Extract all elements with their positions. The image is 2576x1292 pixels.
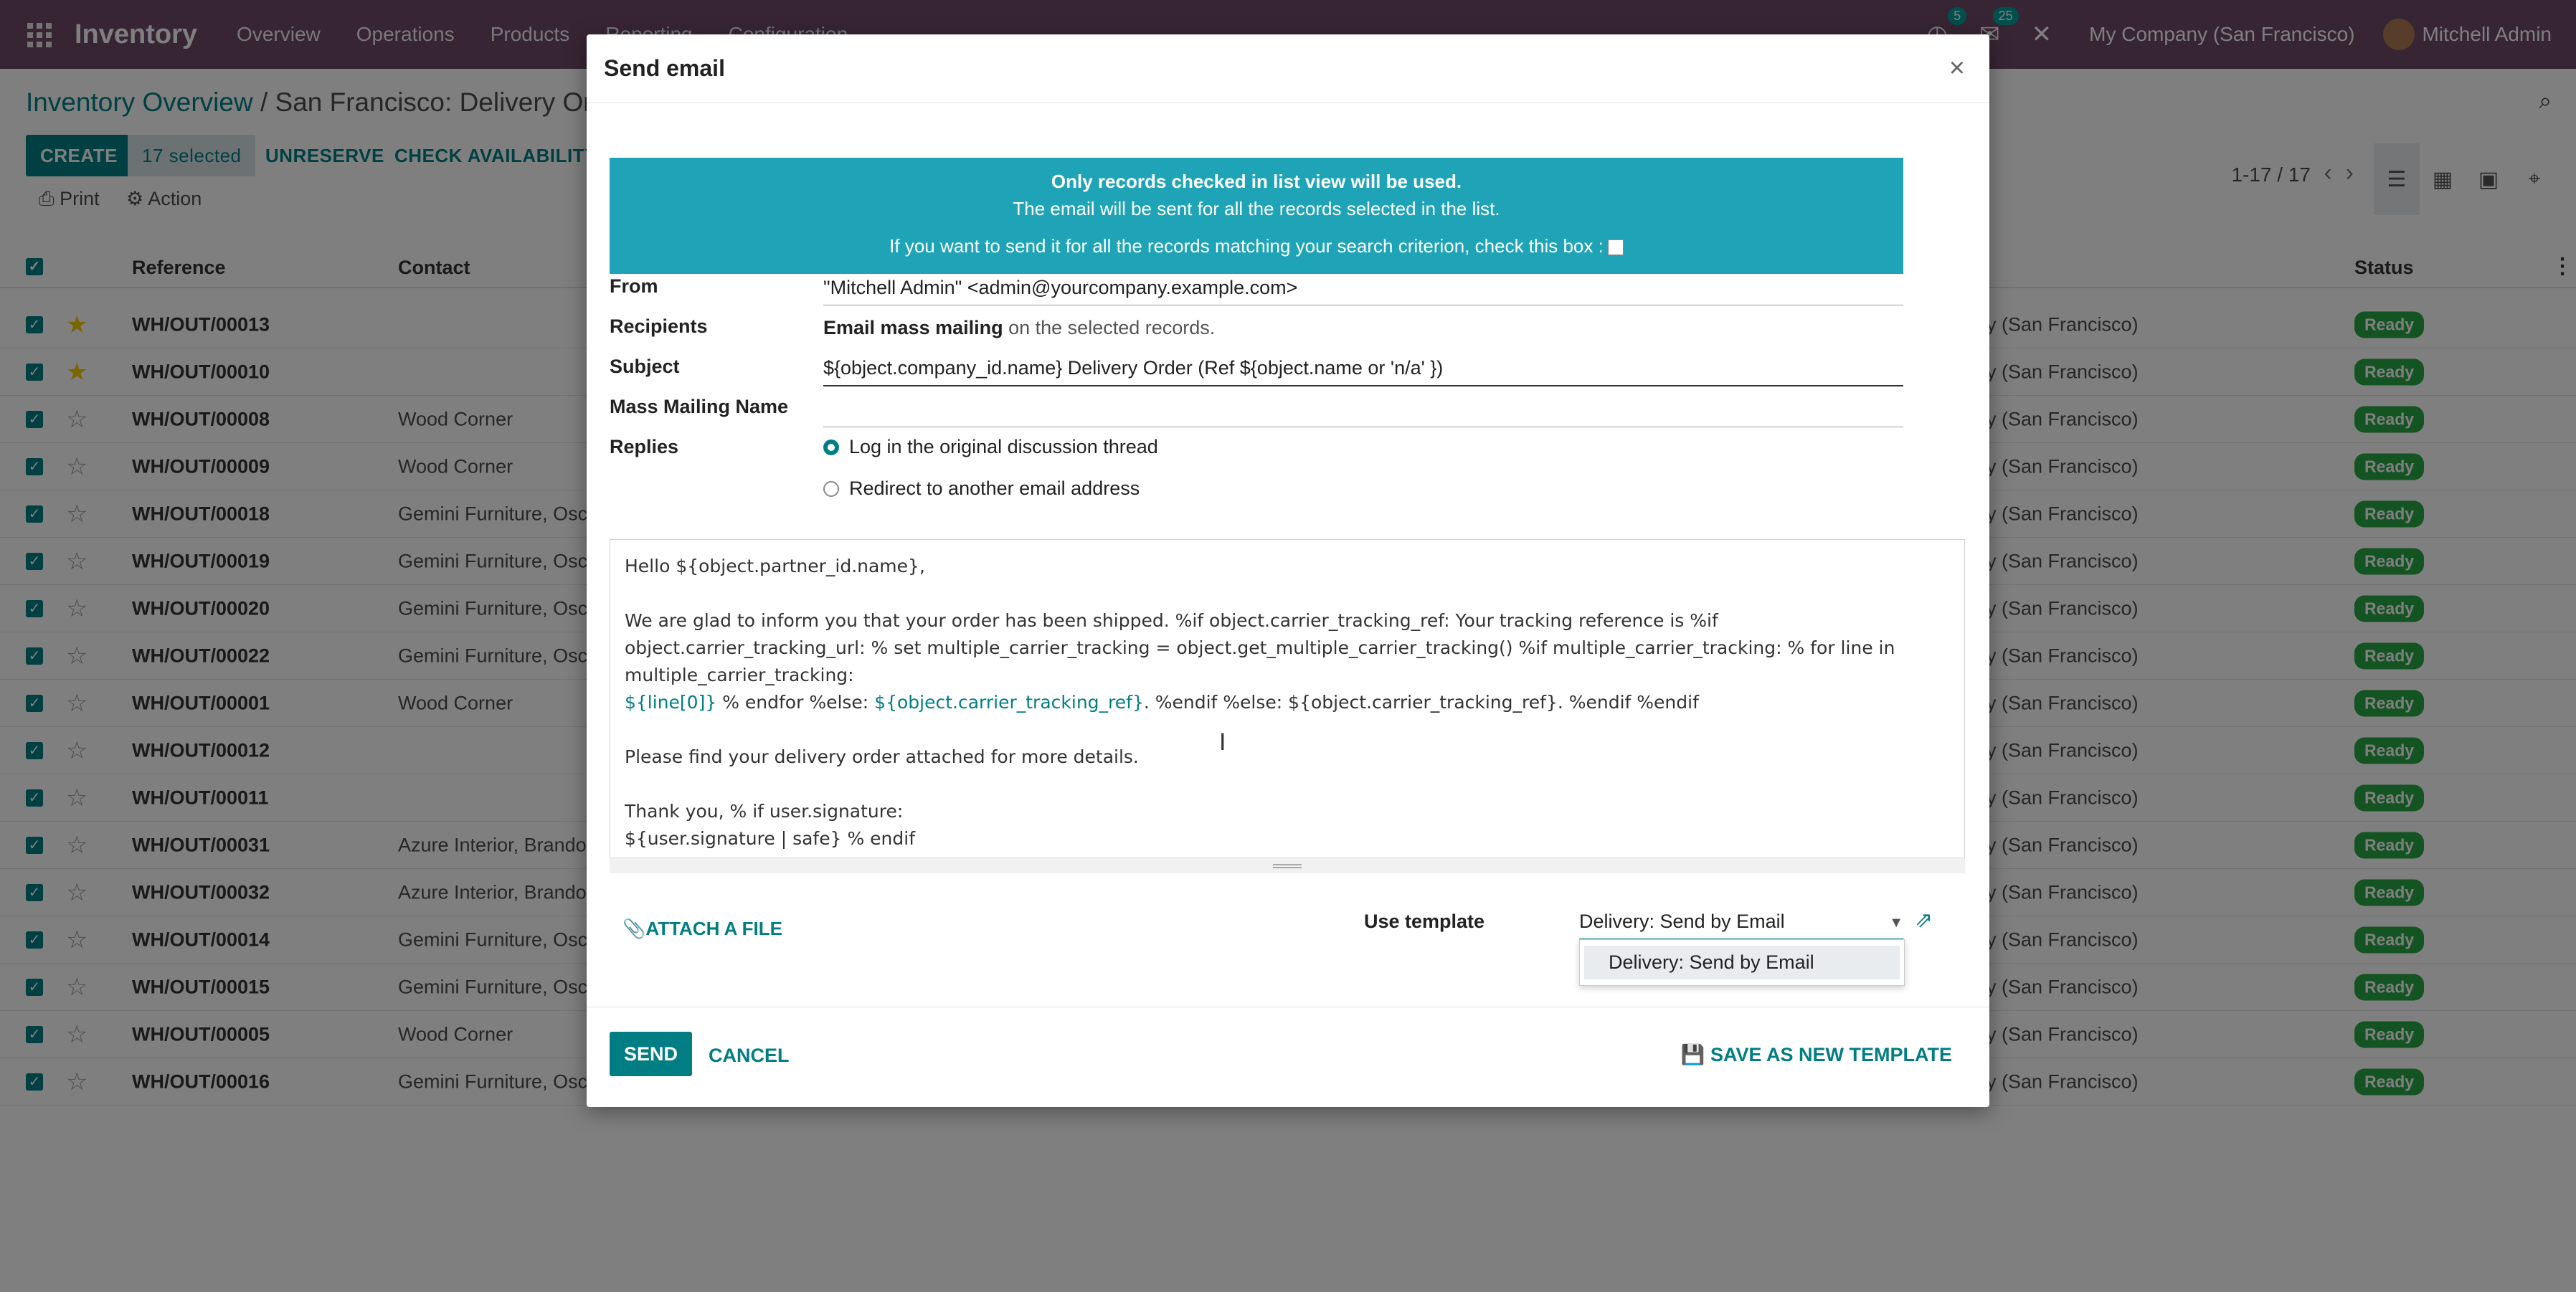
body-line: Please find your delivery order attached…: [625, 746, 1139, 767]
recipients-field: Email mass mailing on the selected recor…: [823, 317, 1903, 339]
body-line: We are glad to inform you that your orde…: [625, 610, 1718, 631]
resize-grip-icon: [1273, 864, 1302, 868]
recipients-label: Recipients: [610, 315, 708, 337]
radio-empty-icon[interactable]: [823, 480, 839, 497]
editor-resize-handle[interactable]: [610, 858, 1965, 873]
body-line: Hello ${object.partner_id.name},: [625, 556, 925, 576]
body-text: % endfor %else:: [716, 692, 875, 713]
body-line: ${line[0]} % endfor %else: ${object.carr…: [625, 689, 1950, 716]
text-cursor-icon: I: [1219, 728, 1226, 756]
reply-option-redirect-label: Redirect to another email address: [849, 478, 1140, 499]
recipients-note: on the selected records.: [1003, 317, 1216, 338]
use-active-domain-checkbox[interactable]: [1607, 239, 1624, 256]
from-field[interactable]: "Mitchell Admin" <admin@yourcompany.exam…: [823, 277, 1903, 305]
from-label: From: [610, 275, 658, 297]
email-body-editor[interactable]: Hello ${object.partner_id.name}, We are …: [610, 539, 1965, 872]
cancel-button[interactable]: CANCEL: [709, 1045, 790, 1067]
reply-option-log-label: Log in the original discussion thread: [849, 436, 1158, 457]
save-as-template-button[interactable]: 💾 SAVE AS NEW TEMPLATE: [1681, 1043, 1952, 1066]
body-line: object.carrier_tracking_url: % set multi…: [625, 637, 1895, 658]
reply-option-log[interactable]: Log in the original discussion thread: [823, 436, 1158, 458]
alert-line-3: If you want to send it for all the recor…: [610, 235, 1903, 257]
body-line: Thank you, % if user.signature:: [625, 801, 904, 822]
mass-mail-alert: Only records checked in list view will b…: [610, 158, 1903, 274]
send-button[interactable]: SEND: [610, 1032, 693, 1076]
alert-line-2: The email will be sent for all the recor…: [1013, 198, 1500, 219]
dialog-header: Send email ×: [587, 34, 1989, 103]
alert-line-1: Only records checked in list view will b…: [1051, 171, 1462, 192]
template-select-value: Delivery: Send by Email: [1579, 911, 1785, 932]
mass-mailing-name-label: Mass Mailing Name: [610, 396, 789, 417]
save-as-template-label: SAVE AS NEW TEMPLATE: [1710, 1044, 1952, 1065]
radio-selected-icon[interactable]: [823, 439, 839, 455]
dialog-footer: SEND CANCEL 💾 SAVE AS NEW TEMPLATE: [587, 1007, 1989, 1107]
alert-line-3-text: If you want to send it for all the recor…: [889, 235, 1604, 257]
attach-file-label: ATTACH A FILE: [645, 918, 783, 939]
template-option[interactable]: Delivery: Send by Email: [1584, 946, 1900, 979]
attach-file-button[interactable]: 📎ATTACH A FILE: [622, 918, 782, 940]
body-template-var: ${object.carrier_tracking_ref}: [874, 692, 1144, 713]
reply-option-redirect[interactable]: Redirect to another email address: [823, 478, 1140, 500]
body-line: multiple_carrier_tracking:: [625, 665, 854, 685]
replies-label: Replies: [610, 436, 679, 457]
template-select[interactable]: Delivery: Send by Email ▼: [1579, 911, 1903, 940]
external-link-icon[interactable]: ⇗: [1915, 908, 1933, 933]
body-text: . %endif %else: ${object.carrier_trackin…: [1143, 692, 1699, 713]
subject-label: Subject: [610, 356, 680, 377]
save-icon: 💾: [1680, 1044, 1705, 1065]
body-template-var: ${line[0]}: [625, 692, 717, 713]
chevron-down-icon[interactable]: ▼: [1889, 915, 1903, 931]
mass-mailing-name-field[interactable]: [823, 397, 1903, 427]
paperclip-icon: 📎: [622, 918, 646, 939]
use-template-label: Use template: [1364, 911, 1485, 932]
template-dropdown: Delivery: Send by Email: [1579, 939, 1905, 986]
subject-field[interactable]: ${object.company_id.name} Delivery Order…: [823, 357, 1903, 386]
send-email-dialog: Send email × Only records checked in lis…: [587, 34, 1989, 1107]
dialog-title: Send email: [604, 55, 725, 81]
recipients-mode: Email mass mailing: [823, 317, 1003, 338]
body-line: ${user.signature | safe} % endif: [625, 828, 915, 849]
close-icon[interactable]: ×: [1949, 53, 1965, 84]
